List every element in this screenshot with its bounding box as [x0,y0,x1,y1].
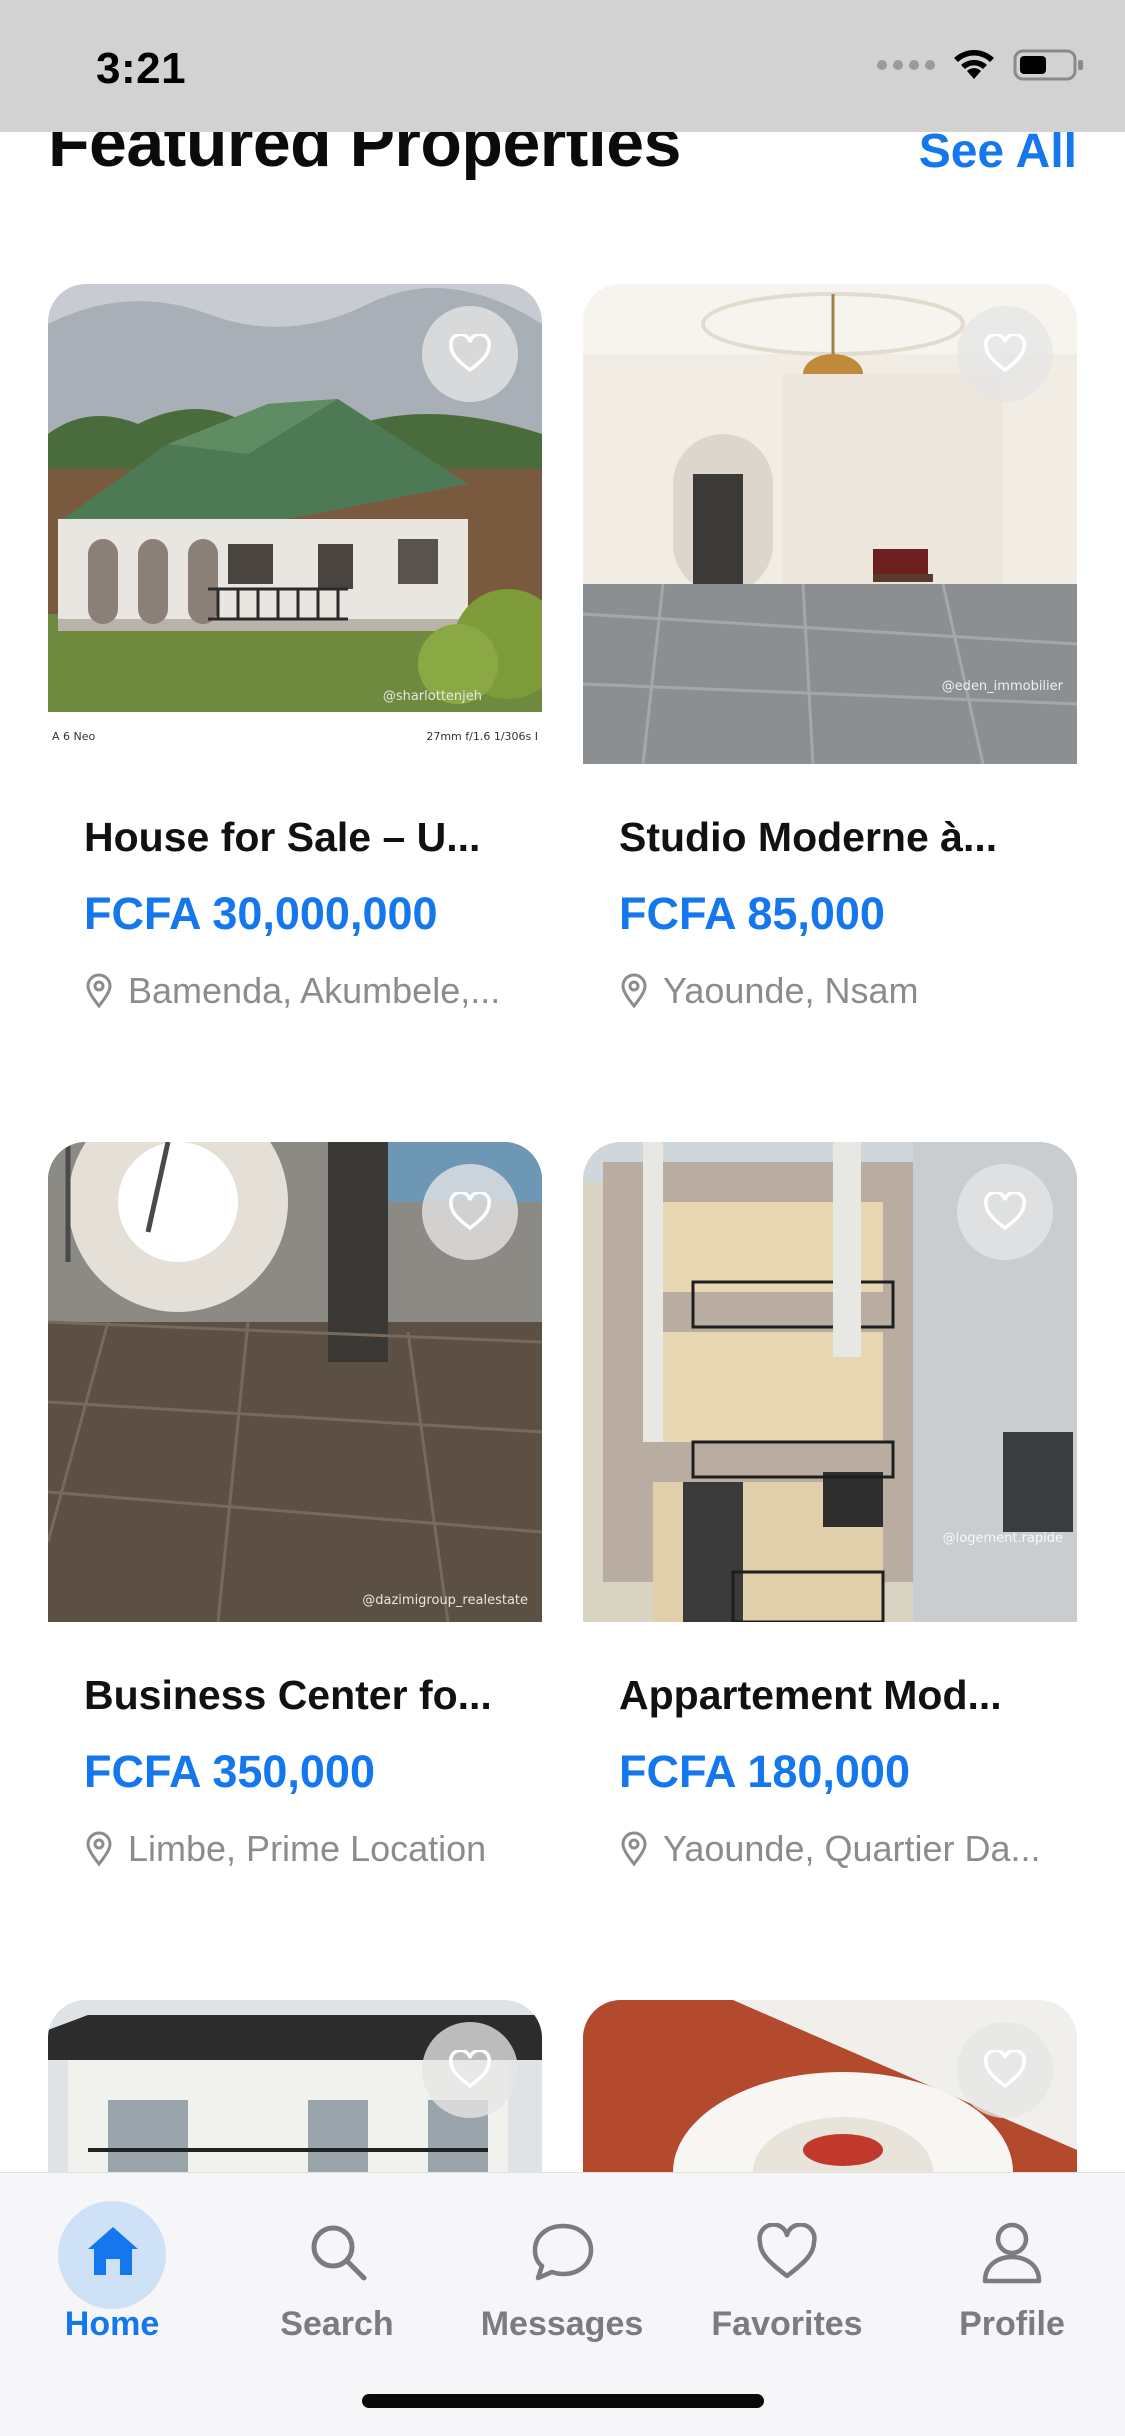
property-price: FCFA 85,000 [619,888,885,939]
property-location: Yaounde, Quartier Da... [619,1828,1041,1870]
location-text: Yaounde, Nsam [663,970,919,1011]
card-body: House for Sale – U... FCFA 30,000,000 Ba… [48,764,542,1012]
image-watermark: @eden_immobilier [941,679,1063,694]
favorite-button[interactable] [957,2022,1053,2118]
property-image[interactable] [48,2000,542,2172]
tab-label: Messages [480,2305,644,2343]
tab-home[interactable]: Home [12,2201,212,2361]
property-location: Bamenda, Akumbele,... [84,970,506,1012]
favorite-button[interactable] [422,2022,518,2118]
heart-icon [984,1192,1026,1231]
property-card[interactable]: @dazimigroup_realestate Business Center … [48,1142,542,1870]
property-location: Yaounde, Nsam [619,970,1041,1012]
location-pin-icon [621,1831,647,1867]
tab-profile[interactable]: Profile [912,2211,1112,2361]
image-watermark: @dazimigroup_realestate [362,1593,528,1608]
favorite-button[interactable] [957,306,1053,402]
property-image[interactable]: @eden_immobilier [583,284,1077,764]
property-title[interactable]: Business Center fo... [84,1668,506,1722]
favorite-button[interactable] [422,306,518,402]
camera-settings-text: 27mm f/1.6 1/306s I [426,730,538,743]
property-card[interactable] [583,2000,1077,2172]
property-location: Limbe, Prime Location [84,1828,506,1870]
card-body: Studio Moderne à... FCFA 85,000 Yaounde,… [583,764,1077,1012]
property-title[interactable]: House for Sale – U... [84,810,506,864]
location-pin-icon [86,973,112,1009]
heart-icon [984,2050,1026,2089]
status-bar: 3:21 [0,0,1125,132]
property-title[interactable]: Studio Moderne à... [619,810,1041,864]
property-price: FCFA 30,000,000 [84,888,438,939]
status-time: 3:21 [96,44,187,93]
favorite-button[interactable] [422,1164,518,1260]
tab-label: Home [64,2305,160,2343]
property-title[interactable]: Appartement Mod... [619,1668,1041,1722]
tab-messages[interactable]: Messages [462,2211,662,2361]
person-icon [962,2211,1062,2291]
tab-favorites[interactable]: Favorites [687,2211,887,2361]
property-image[interactable] [583,2000,1077,2172]
location-pin-icon [621,973,647,1009]
favorite-button[interactable] [957,1164,1053,1260]
heart-icon [984,334,1026,373]
home-indicator[interactable] [362,2394,764,2408]
property-card[interactable] [48,2000,542,2172]
location-text: Limbe, Prime Location [128,1828,487,1869]
card-body: Business Center fo... FCFA 350,000 Limbe… [48,1622,542,1870]
chat-bubble-icon [512,2211,612,2291]
camera-model-text: A 6 Neo [52,730,96,743]
location-text: Yaounde, Quartier Da... [663,1828,1041,1869]
house-icon [58,2201,166,2309]
tab-label: Profile [959,2305,1065,2343]
property-image[interactable]: @logement.rapide [583,1142,1077,1622]
tab-label: Search [280,2305,394,2343]
card-body: Appartement Mod... FCFA 180,000 Yaounde,… [583,1622,1077,1870]
location-pin-icon [86,1831,112,1867]
camera-info-strip: A 6 Neo 27mm f/1.6 1/306s I [48,712,542,764]
cellular-signal-icon [877,60,935,70]
property-card[interactable]: @eden_immobilier Studio Moderne à... FCF… [583,284,1077,1012]
property-card[interactable]: @logement.rapide Appartement Mod... FCFA… [583,1142,1077,1870]
image-watermark: @logement.rapide [942,1531,1063,1546]
status-icons [877,48,1085,82]
property-image[interactable]: @sharlottenjeh A 6 Neo 27mm f/1.6 1/306s… [48,284,542,764]
tab-label: Favorites [711,2305,863,2343]
see-all-link[interactable]: See All [919,124,1077,179]
wifi-icon [954,50,994,79]
property-price: FCFA 180,000 [619,1746,910,1797]
magnifier-icon [287,2211,387,2291]
tab-search[interactable]: Search [237,2211,437,2361]
battery-icon [1013,49,1083,81]
image-watermark: @sharlottenjeh [382,689,482,704]
property-image[interactable]: @dazimigroup_realestate [48,1142,542,1622]
heart-icon [449,334,491,373]
heart-icon [737,2211,837,2291]
heart-icon [449,2050,491,2089]
property-card[interactable]: @sharlottenjeh A 6 Neo 27mm f/1.6 1/306s… [48,284,542,1012]
property-price: FCFA 350,000 [84,1746,375,1797]
heart-icon [449,1192,491,1231]
location-text: Bamenda, Akumbele,... [128,970,501,1011]
